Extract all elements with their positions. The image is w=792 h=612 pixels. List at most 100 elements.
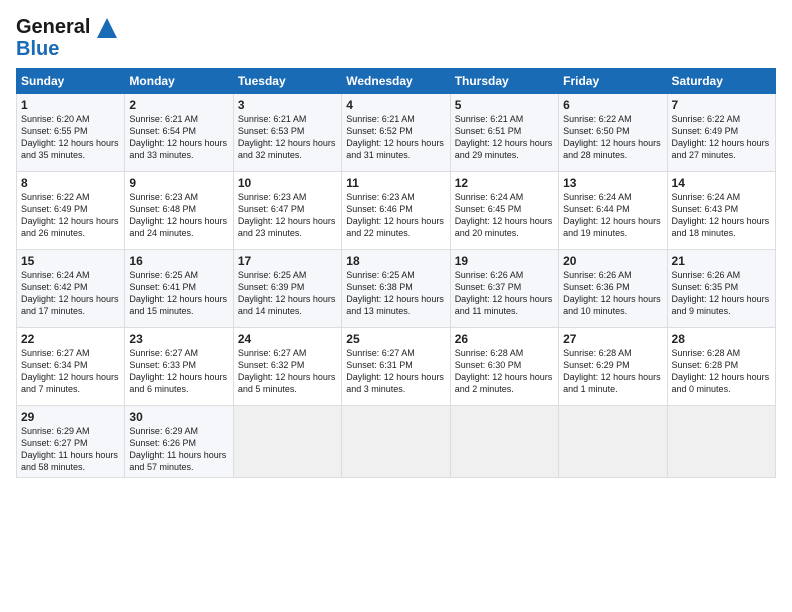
cell-sunrise: Sunrise: 6:27 AMSunset: 6:32 PMDaylight:… bbox=[238, 348, 336, 394]
calendar-cell: 30Sunrise: 6:29 AMSunset: 6:26 PMDayligh… bbox=[125, 406, 233, 478]
day-number: 26 bbox=[455, 332, 554, 346]
cell-sunrise: Sunrise: 6:27 AMSunset: 6:31 PMDaylight:… bbox=[346, 348, 444, 394]
day-number: 4 bbox=[346, 98, 445, 112]
day-number: 8 bbox=[21, 176, 120, 190]
cell-sunrise: Sunrise: 6:24 AMSunset: 6:44 PMDaylight:… bbox=[563, 192, 661, 238]
calendar-cell bbox=[450, 406, 558, 478]
day-number: 12 bbox=[455, 176, 554, 190]
cell-sunrise: Sunrise: 6:24 AMSunset: 6:45 PMDaylight:… bbox=[455, 192, 553, 238]
calendar-day-header: Friday bbox=[559, 69, 667, 94]
calendar-week-row: 1Sunrise: 6:20 AMSunset: 6:55 PMDaylight… bbox=[17, 94, 776, 172]
calendar-cell: 9 Sunrise: 6:23 AMSunset: 6:48 PMDaylight… bbox=[125, 172, 233, 250]
day-number: 17 bbox=[238, 254, 337, 268]
calendar-cell: 18 Sunrise: 6:25 AMSunset: 6:38 PMDayligh… bbox=[342, 250, 450, 328]
cell-sunrise: Sunrise: 6:26 AMSunset: 6:35 PMDaylight:… bbox=[672, 270, 770, 316]
calendar-cell: 4Sunrise: 6:21 AMSunset: 6:52 PMDaylight… bbox=[342, 94, 450, 172]
calendar-cell: 27 Sunrise: 6:28 AMSunset: 6:29 PMDayligh… bbox=[559, 328, 667, 406]
day-number: 9 bbox=[129, 176, 228, 190]
page: General Blue SundayMondayTuesdayWednesda… bbox=[0, 0, 792, 612]
calendar-day-header: Sunday bbox=[17, 69, 125, 94]
calendar-cell: 5Sunrise: 6:21 AMSunset: 6:51 PMDaylight… bbox=[450, 94, 558, 172]
cell-sunrise: Sunrise: 6:26 AMSunset: 6:37 PMDaylight:… bbox=[455, 270, 553, 316]
calendar-cell: 15 Sunrise: 6:24 AMSunset: 6:42 PMDayligh… bbox=[17, 250, 125, 328]
calendar-cell: 11 Sunrise: 6:23 AMSunset: 6:46 PMDayligh… bbox=[342, 172, 450, 250]
cell-sunrise: Sunrise: 6:23 AMSunset: 6:46 PMDaylight:… bbox=[346, 192, 444, 238]
day-number: 6 bbox=[563, 98, 662, 112]
calendar-day-header: Monday bbox=[125, 69, 233, 94]
day-number: 15 bbox=[21, 254, 120, 268]
calendar-cell: 14 Sunrise: 6:24 AMSunset: 6:43 PMDayligh… bbox=[667, 172, 775, 250]
day-number: 20 bbox=[563, 254, 662, 268]
cell-sunrise: Sunrise: 6:20 AMSunset: 6:55 PMDaylight:… bbox=[21, 114, 119, 160]
calendar-day-header: Tuesday bbox=[233, 69, 341, 94]
cell-sunrise: Sunrise: 6:29 AMSunset: 6:27 PMDaylight:… bbox=[21, 426, 118, 472]
cell-sunrise: Sunrise: 6:24 AMSunset: 6:42 PMDaylight:… bbox=[21, 270, 119, 316]
logo-text-blue: Blue bbox=[16, 38, 117, 60]
day-number: 18 bbox=[346, 254, 445, 268]
calendar-week-row: 29 Sunrise: 6:29 AMSunset: 6:27 PMDayligh… bbox=[17, 406, 776, 478]
calendar-week-row: 22 Sunrise: 6:27 AMSunset: 6:34 PMDayligh… bbox=[17, 328, 776, 406]
cell-sunrise: Sunrise: 6:21 AMSunset: 6:53 PMDaylight:… bbox=[238, 114, 336, 160]
calendar-cell: 7 Sunrise: 6:22 AMSunset: 6:49 PMDaylight… bbox=[667, 94, 775, 172]
calendar-week-row: 8 Sunrise: 6:22 AMSunset: 6:49 PMDaylight… bbox=[17, 172, 776, 250]
calendar-cell: 20 Sunrise: 6:26 AMSunset: 6:36 PMDayligh… bbox=[559, 250, 667, 328]
calendar-cell: 19Sunrise: 6:26 AMSunset: 6:37 PMDayligh… bbox=[450, 250, 558, 328]
day-number: 29 bbox=[21, 410, 120, 424]
calendar-cell bbox=[667, 406, 775, 478]
cell-sunrise: Sunrise: 6:28 AMSunset: 6:28 PMDaylight:… bbox=[672, 348, 770, 394]
calendar-cell: 17 Sunrise: 6:25 AMSunset: 6:39 PMDayligh… bbox=[233, 250, 341, 328]
calendar-cell: 25 Sunrise: 6:27 AMSunset: 6:31 PMDayligh… bbox=[342, 328, 450, 406]
day-number: 7 bbox=[672, 98, 771, 112]
cell-sunrise: Sunrise: 6:25 AMSunset: 6:41 PMDaylight:… bbox=[129, 270, 227, 316]
cell-sunrise: Sunrise: 6:23 AMSunset: 6:48 PMDaylight:… bbox=[129, 192, 227, 238]
day-number: 23 bbox=[129, 332, 228, 346]
cell-sunrise: Sunrise: 6:22 AMSunset: 6:50 PMDaylight:… bbox=[563, 114, 661, 160]
cell-sunrise: Sunrise: 6:23 AMSunset: 6:47 PMDaylight:… bbox=[238, 192, 336, 238]
logo: General Blue bbox=[16, 16, 117, 60]
cell-sunrise: Sunrise: 6:27 AMSunset: 6:34 PMDaylight:… bbox=[21, 348, 119, 394]
calendar-day-header: Thursday bbox=[450, 69, 558, 94]
cell-sunrise: Sunrise: 6:21 AMSunset: 6:54 PMDaylight:… bbox=[129, 114, 227, 160]
calendar-cell: 21 Sunrise: 6:26 AMSunset: 6:35 PMDayligh… bbox=[667, 250, 775, 328]
cell-sunrise: Sunrise: 6:26 AMSunset: 6:36 PMDaylight:… bbox=[563, 270, 661, 316]
calendar-header-row: SundayMondayTuesdayWednesdayThursdayFrid… bbox=[17, 69, 776, 94]
calendar-cell: 22 Sunrise: 6:27 AMSunset: 6:34 PMDayligh… bbox=[17, 328, 125, 406]
calendar-cell bbox=[559, 406, 667, 478]
cell-sunrise: Sunrise: 6:25 AMSunset: 6:39 PMDaylight:… bbox=[238, 270, 336, 316]
header: General Blue bbox=[16, 16, 776, 60]
day-number: 5 bbox=[455, 98, 554, 112]
day-number: 3 bbox=[238, 98, 337, 112]
calendar-cell: 16 Sunrise: 6:25 AMSunset: 6:41 PMDayligh… bbox=[125, 250, 233, 328]
day-number: 27 bbox=[563, 332, 662, 346]
calendar-cell: 1Sunrise: 6:20 AMSunset: 6:55 PMDaylight… bbox=[17, 94, 125, 172]
cell-sunrise: Sunrise: 6:22 AMSunset: 6:49 PMDaylight:… bbox=[672, 114, 770, 160]
calendar-cell: 10 Sunrise: 6:23 AMSunset: 6:47 PMDayligh… bbox=[233, 172, 341, 250]
calendar: SundayMondayTuesdayWednesdayThursdayFrid… bbox=[16, 68, 776, 478]
calendar-day-header: Saturday bbox=[667, 69, 775, 94]
day-number: 25 bbox=[346, 332, 445, 346]
day-number: 22 bbox=[21, 332, 120, 346]
day-number: 11 bbox=[346, 176, 445, 190]
calendar-cell: 2Sunrise: 6:21 AMSunset: 6:54 PMDaylight… bbox=[125, 94, 233, 172]
day-number: 10 bbox=[238, 176, 337, 190]
day-number: 16 bbox=[129, 254, 228, 268]
logo-text-general: General bbox=[16, 16, 90, 38]
cell-sunrise: Sunrise: 6:24 AMSunset: 6:43 PMDaylight:… bbox=[672, 192, 770, 238]
day-number: 28 bbox=[672, 332, 771, 346]
calendar-cell: 24Sunrise: 6:27 AMSunset: 6:32 PMDayligh… bbox=[233, 328, 341, 406]
calendar-cell: 12 Sunrise: 6:24 AMSunset: 6:45 PMDayligh… bbox=[450, 172, 558, 250]
calendar-cell: 8 Sunrise: 6:22 AMSunset: 6:49 PMDaylight… bbox=[17, 172, 125, 250]
cell-sunrise: Sunrise: 6:25 AMSunset: 6:38 PMDaylight:… bbox=[346, 270, 444, 316]
calendar-cell bbox=[342, 406, 450, 478]
day-number: 30 bbox=[129, 410, 228, 424]
day-number: 21 bbox=[672, 254, 771, 268]
day-number: 13 bbox=[563, 176, 662, 190]
cell-sunrise: Sunrise: 6:22 AMSunset: 6:49 PMDaylight:… bbox=[21, 192, 119, 238]
cell-sunrise: Sunrise: 6:28 AMSunset: 6:29 PMDaylight:… bbox=[563, 348, 661, 394]
calendar-cell: 6 Sunrise: 6:22 AMSunset: 6:50 PMDaylight… bbox=[559, 94, 667, 172]
calendar-cell bbox=[233, 406, 341, 478]
logo-icon bbox=[97, 18, 117, 38]
day-number: 14 bbox=[672, 176, 771, 190]
calendar-cell: 3 Sunrise: 6:21 AMSunset: 6:53 PMDaylight… bbox=[233, 94, 341, 172]
calendar-cell: 13 Sunrise: 6:24 AMSunset: 6:44 PMDayligh… bbox=[559, 172, 667, 250]
